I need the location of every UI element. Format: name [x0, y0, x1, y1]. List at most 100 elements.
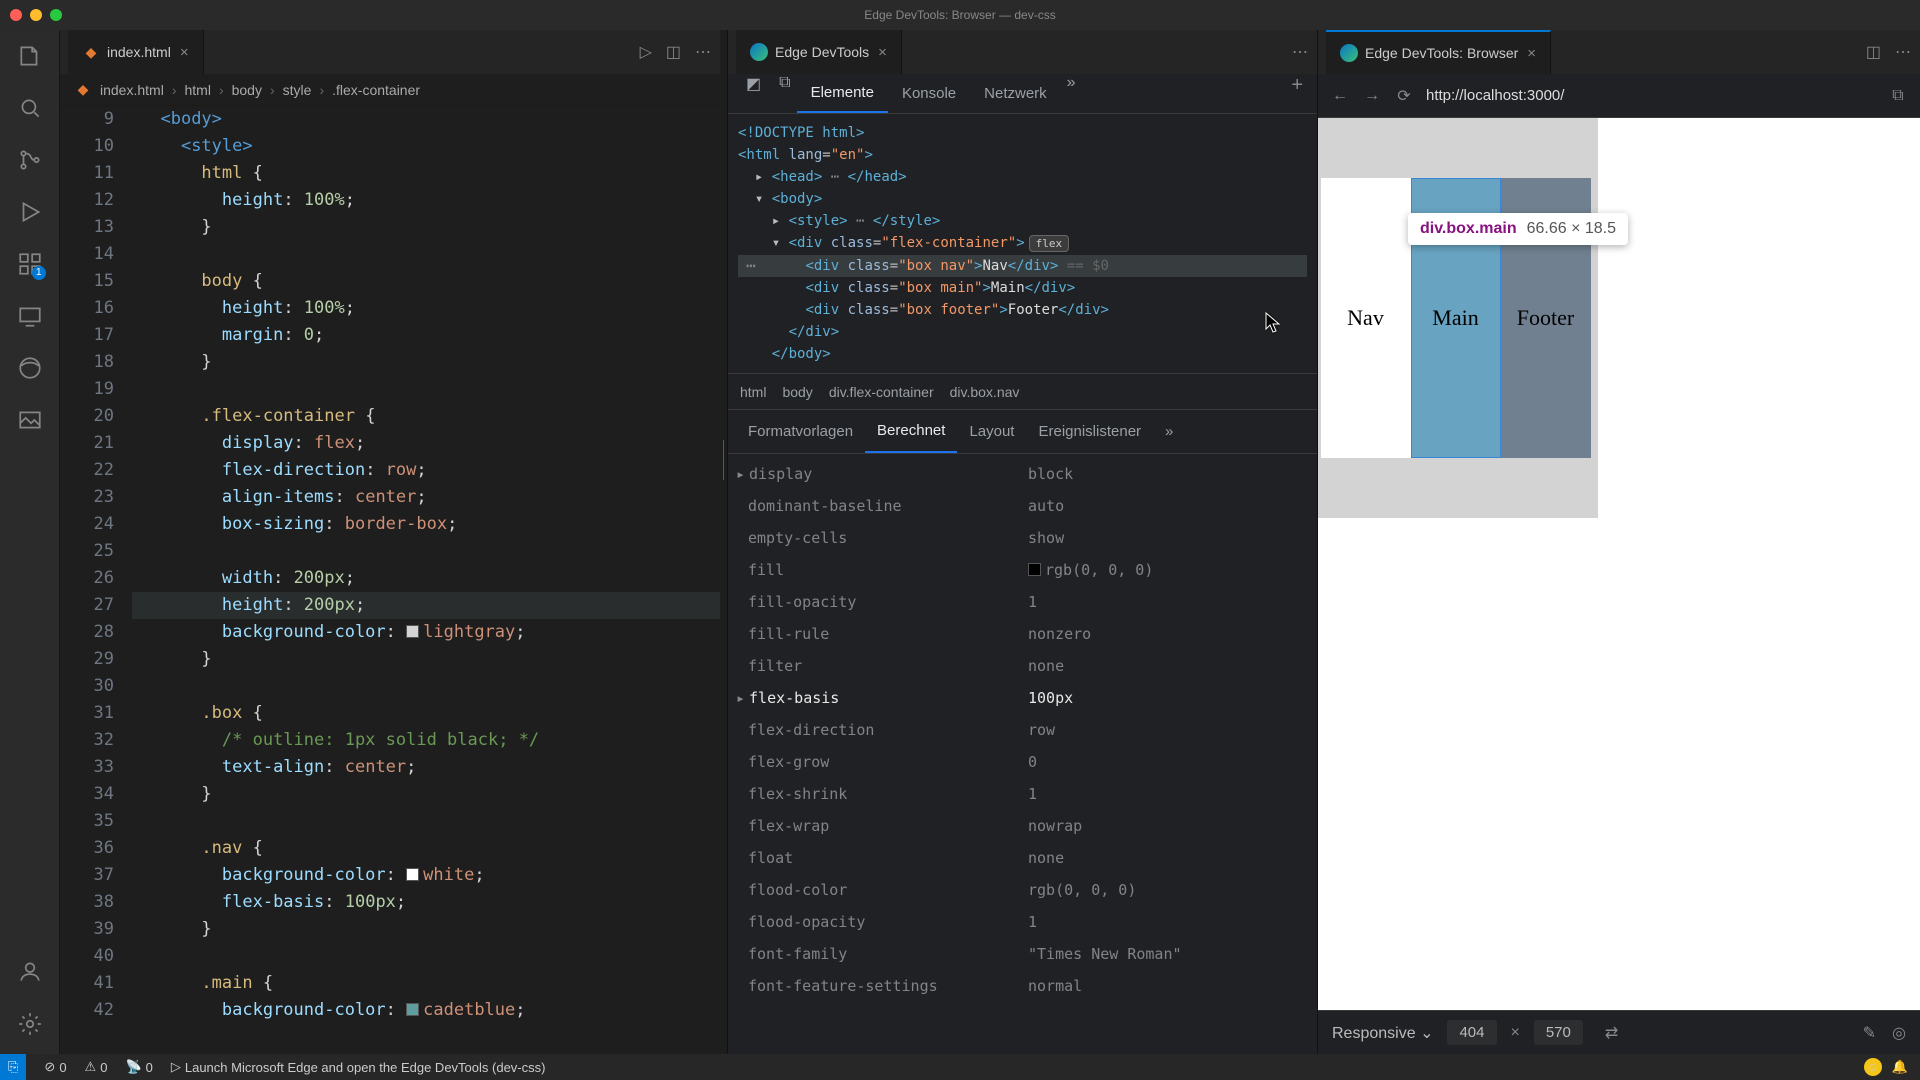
- maximize-window-icon[interactable]: [50, 9, 62, 21]
- computed-row[interactable]: flex-shrink1: [728, 778, 1317, 810]
- browser-tab-label: Edge DevTools: Browser: [1365, 45, 1518, 61]
- devtools-tab[interactable]: Edge DevTools ×: [736, 30, 902, 74]
- editor-tab-index[interactable]: ◆ index.html ×: [68, 30, 204, 74]
- rotate-icon[interactable]: ⇄: [1605, 1023, 1618, 1043]
- computed-row[interactable]: flex-wrapnowrap: [728, 810, 1317, 842]
- search-icon[interactable]: [16, 94, 44, 122]
- html-file-icon: ◆: [74, 81, 92, 99]
- computed-row[interactable]: flex-directionrow: [728, 714, 1317, 746]
- source-control-icon[interactable]: [16, 146, 44, 174]
- devtools-tab-netzwerk[interactable]: Netzwerk: [970, 74, 1061, 113]
- target-icon[interactable]: ◎: [1892, 1023, 1906, 1043]
- computed-row[interactable]: ▸flex-basis100px: [728, 682, 1317, 714]
- plus-icon[interactable]: +: [1283, 74, 1311, 113]
- code-editor[interactable]: 9101112131415161718192021222324252627282…: [60, 106, 720, 1054]
- browser-viewport[interactable]: Nav Main Footer div.box.main 66.66 × 18.…: [1318, 118, 1920, 1010]
- status-message[interactable]: ▷ Launch Microsoft Edge and open the Edg…: [171, 1059, 546, 1075]
- inspect-tooltip: div.box.main 66.66 × 18.5: [1408, 213, 1628, 245]
- breadcrumb[interactable]: ◆ index.html› html› body› style› .flex-c…: [60, 74, 720, 106]
- computed-row[interactable]: fill-opacity1: [728, 586, 1317, 618]
- editor-panel: ◆ index.html × ▷ ◫ ⋯ ◆ index.html› html›…: [60, 30, 720, 1054]
- run-icon[interactable]: ▷: [640, 42, 652, 62]
- computed-row[interactable]: font-feature-settingsnormal: [728, 970, 1317, 1002]
- computed-row[interactable]: fillrgb(0, 0, 0): [728, 554, 1317, 586]
- code-text[interactable]: <body> <style> html { height: 100%; } bo…: [132, 106, 720, 1054]
- chevron-right-icon[interactable]: »: [1153, 410, 1185, 453]
- browser-panel: Edge DevTools: Browser × ◫ ⋯ ← → ⟳ http:…: [1317, 30, 1920, 1054]
- responsive-bar: Responsive ⌄ 404 × 570 ⇄ ✎ ◎: [1318, 1010, 1920, 1054]
- smiley-icon[interactable]: ☺: [1864, 1058, 1882, 1076]
- close-icon[interactable]: ×: [180, 44, 189, 61]
- computed-row[interactable]: flood-colorrgb(0, 0, 0): [728, 874, 1317, 906]
- account-icon[interactable]: [16, 958, 44, 986]
- devtools-tab-label: Edge DevTools: [775, 44, 869, 60]
- computed-row[interactable]: flood-opacity1: [728, 906, 1317, 938]
- cursor-icon: [1265, 312, 1281, 334]
- errors-count[interactable]: ⊘ 0: [44, 1059, 66, 1075]
- split-icon[interactable]: ◫: [1866, 42, 1881, 62]
- rendered-nav: Nav: [1321, 178, 1411, 458]
- devtools-tabbar: Edge DevTools × ⋯: [728, 30, 1317, 74]
- extensions-icon[interactable]: 1: [16, 250, 44, 278]
- device-icon[interactable]: ⧉: [773, 74, 796, 113]
- devtools-tab-konsole[interactable]: Konsole: [888, 74, 970, 113]
- browser-tab[interactable]: Edge DevTools: Browser ×: [1326, 30, 1551, 74]
- styles-tab-0[interactable]: Formatvorlagen: [736, 410, 865, 453]
- eyedropper-icon[interactable]: ✎: [1863, 1023, 1876, 1043]
- split-icon[interactable]: ◫: [666, 42, 681, 62]
- responsive-label[interactable]: Responsive ⌄: [1332, 1023, 1433, 1043]
- back-icon[interactable]: ←: [1330, 87, 1350, 105]
- computed-row[interactable]: dominant-baselineauto: [728, 490, 1317, 522]
- more-icon[interactable]: ⋯: [1895, 42, 1912, 62]
- close-icon[interactable]: ×: [1527, 45, 1536, 62]
- devtools-panel: Edge DevTools × ⋯ ◩ ⧉ ElementeKonsoleNet…: [727, 30, 1317, 1054]
- more-icon[interactable]: ⋯: [746, 255, 756, 277]
- forward-icon[interactable]: →: [1362, 87, 1382, 105]
- reload-icon[interactable]: ⟳: [1394, 86, 1414, 106]
- viewport-height[interactable]: 570: [1534, 1020, 1583, 1045]
- url-bar[interactable]: http://localhost:3000/: [1426, 87, 1876, 104]
- elements-tree[interactable]: <!DOCTYPE html> <html lang="en"> ▸ <head…: [728, 114, 1317, 374]
- more-icon[interactable]: ⋯: [1292, 42, 1309, 62]
- editor-tab-actions: ▷ ◫ ⋯: [640, 42, 712, 62]
- styles-tabs: FormatvorlagenBerechnetLayoutEreignislis…: [728, 410, 1317, 454]
- explorer-icon[interactable]: [16, 42, 44, 70]
- bell-icon[interactable]: 🔔: [1892, 1059, 1908, 1075]
- styles-tab-2[interactable]: Layout: [957, 410, 1026, 453]
- styles-tab-1[interactable]: Berechnet: [865, 410, 957, 453]
- warnings-count[interactable]: ⚠ 0: [85, 1059, 108, 1075]
- viewport-width[interactable]: 404: [1447, 1020, 1496, 1045]
- browser-tabbar: Edge DevTools: Browser × ◫ ⋯: [1318, 30, 1920, 74]
- more-icon[interactable]: ⋯: [695, 42, 712, 62]
- computed-row[interactable]: font-family"Times New Roman": [728, 938, 1317, 970]
- computed-panel[interactable]: ▸displayblockdominant-baselineautoempty-…: [728, 454, 1317, 1054]
- times-icon: ×: [1511, 1024, 1520, 1042]
- edge-tools-icon[interactable]: [16, 354, 44, 382]
- line-gutter: 9101112131415161718192021222324252627282…: [60, 106, 132, 1054]
- minimize-window-icon[interactable]: [30, 9, 42, 21]
- sash[interactable]: [720, 30, 727, 1054]
- chevron-right-icon[interactable]: »: [1067, 74, 1076, 113]
- window-controls: [10, 9, 62, 21]
- gear-icon[interactable]: [16, 1010, 44, 1038]
- remote-icon[interactable]: [16, 302, 44, 330]
- computed-row[interactable]: fill-rulenonzero: [728, 618, 1317, 650]
- styles-tab-3[interactable]: Ereignislistener: [1026, 410, 1153, 453]
- computed-row[interactable]: floatnone: [728, 842, 1317, 874]
- close-window-icon[interactable]: [10, 9, 22, 21]
- html-file-icon: ◆: [82, 43, 100, 61]
- inspect-icon[interactable]: ◩: [740, 74, 767, 113]
- remote-indicator[interactable]: ⎘: [0, 1054, 26, 1080]
- image-icon[interactable]: [16, 406, 44, 434]
- run-debug-icon[interactable]: [16, 198, 44, 226]
- main-area: 1 ◆ index.html × ▷ ◫ ⋯ ◆ index.html› htm…: [0, 30, 1920, 1054]
- computed-row[interactable]: flex-grow0: [728, 746, 1317, 778]
- close-icon[interactable]: ×: [878, 44, 887, 61]
- port-count[interactable]: 📡 0: [125, 1059, 152, 1075]
- external-icon[interactable]: ⧉: [1888, 87, 1908, 105]
- computed-row[interactable]: ▸displayblock: [728, 458, 1317, 490]
- elements-crumb[interactable]: html body div.flex-container div.box.nav: [728, 374, 1317, 410]
- computed-row[interactable]: empty-cellsshow: [728, 522, 1317, 554]
- computed-row[interactable]: filternone: [728, 650, 1317, 682]
- devtools-tab-elemente[interactable]: Elemente: [797, 74, 888, 113]
